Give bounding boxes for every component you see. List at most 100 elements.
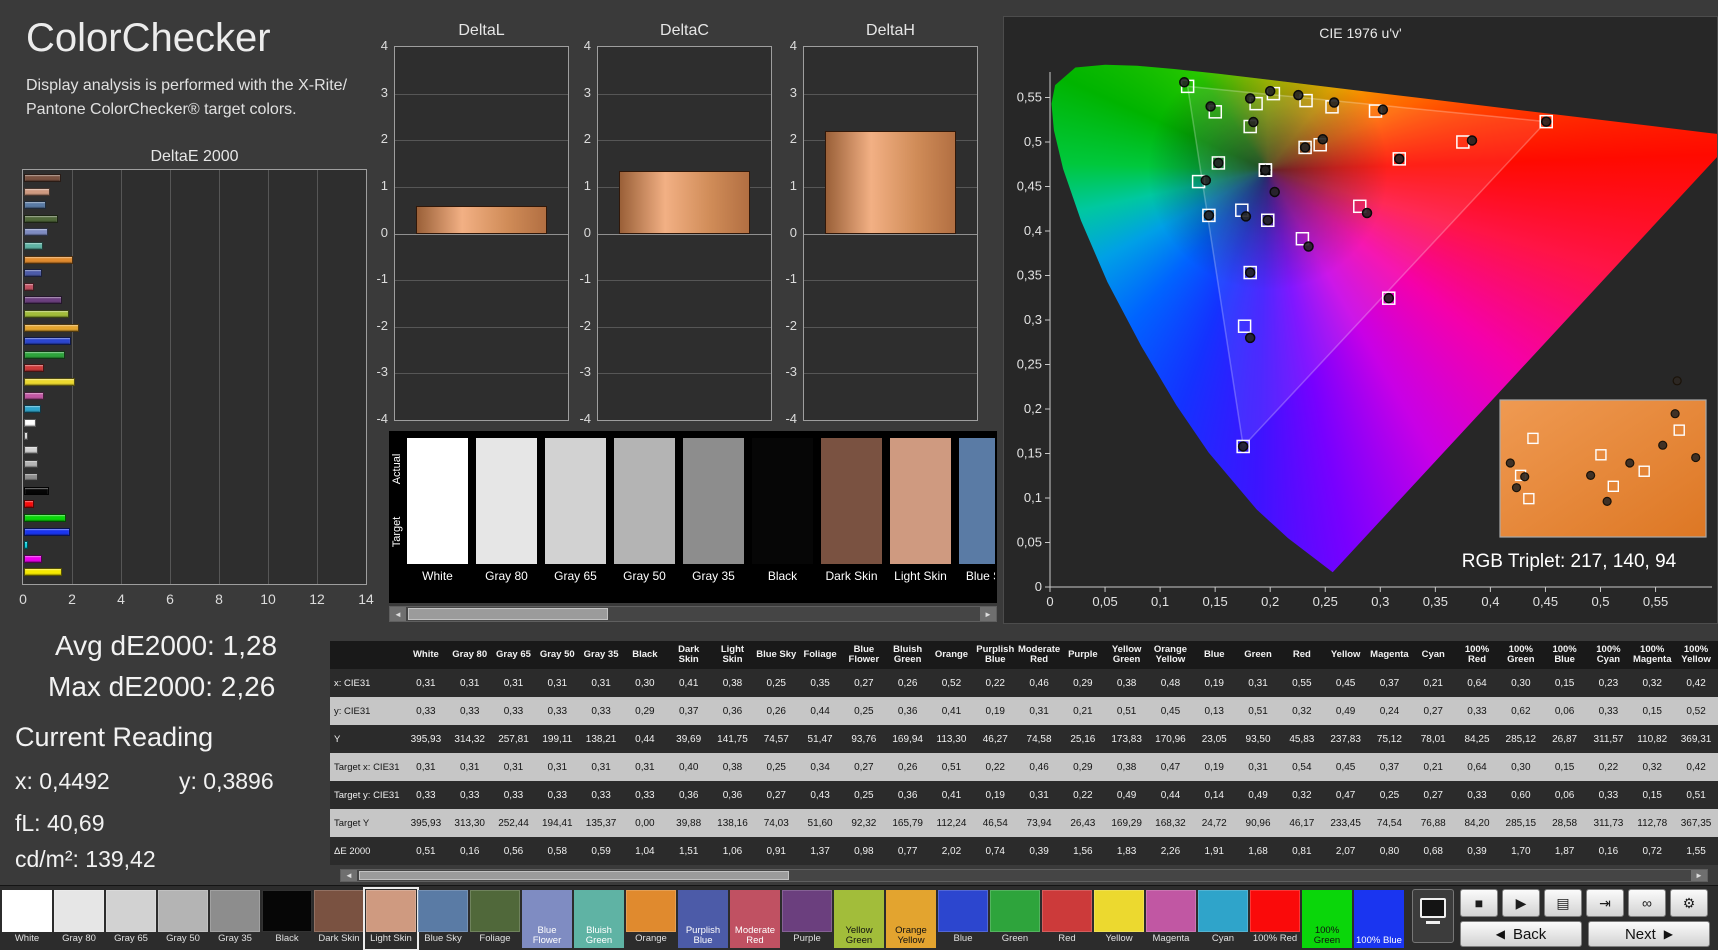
table-cell: 0,06 <box>1554 705 1575 717</box>
palette-items: White Gray 80 Gray 65 Gray 50 Gray 35 Black Da… <box>2 887 1406 950</box>
de-bar <box>24 541 28 550</box>
palette-item[interactable]: Yellow <box>1094 890 1144 948</box>
table-scrollbar[interactable]: ◄ ► <box>340 869 1708 882</box>
table-cell: 0,16 <box>1598 845 1619 857</box>
table-cell: 51,60 <box>807 817 833 829</box>
table-cell: 0,15 <box>1642 789 1662 801</box>
zoom-inset <box>1499 376 1707 538</box>
table-cell: 0,31 <box>1029 705 1049 717</box>
table-cell: 0,39 <box>1029 845 1049 857</box>
palette-item[interactable]: Gray 80 <box>54 890 104 948</box>
x-axis: 0 2 4 6 8 10 12 14 <box>19 591 374 611</box>
palette-item[interactable]: Blue Flower <box>522 890 572 948</box>
palette-item[interactable]: Black <box>262 890 312 948</box>
scroll-left-arrow[interactable]: ◄ <box>390 607 406 621</box>
exit-button[interactable]: ⇥ <box>1586 889 1624 917</box>
scroll-thumb[interactable] <box>408 608 608 620</box>
palette-item[interactable]: Dark Skin <box>314 890 364 948</box>
table-cell: 46,17 <box>1289 817 1315 829</box>
column-header: Yellow Green <box>1104 641 1149 669</box>
table-cell: 0,33 <box>635 789 655 801</box>
pattern-button[interactable]: ▤ <box>1544 889 1582 917</box>
palette-item[interactable]: Foliage <box>470 890 520 948</box>
table-cell: 199,11 <box>542 733 573 745</box>
gridline <box>598 373 771 375</box>
palette-item[interactable]: Gray 50 <box>158 890 208 948</box>
palette-item[interactable]: 100% Blue <box>1354 890 1404 948</box>
table-cell: 173,83 <box>1111 733 1142 745</box>
scroll-right-arrow[interactable]: ► <box>1691 870 1707 881</box>
palette-item[interactable]: Green <box>990 890 1040 948</box>
axis-tick-label: -3 <box>376 364 388 380</box>
scroll-left-arrow[interactable]: ◄ <box>341 870 357 881</box>
palette-item[interactable]: Blue <box>938 890 988 948</box>
gridline <box>598 233 771 235</box>
axis-tick-label: 3 <box>789 84 797 100</box>
table-cell: 0,45 <box>1335 761 1356 773</box>
measured-point <box>1244 267 1256 278</box>
palette-item[interactable]: Bluish Green <box>574 890 624 948</box>
palette-item[interactable]: Blue Sky <box>418 890 468 948</box>
stop-button[interactable]: ■ <box>1460 889 1498 917</box>
scroll-thumb[interactable] <box>359 871 789 880</box>
deltaC-chart: DeltaC 4 3 2 1 0 -1 -2 -3 -4 <box>563 22 772 434</box>
palette-item[interactable]: Yellow Green <box>834 890 884 948</box>
axis-tick-label: -3 <box>785 364 797 380</box>
table-cell: 0,42 <box>1686 677 1706 689</box>
table-cell: 74,03 <box>763 817 789 829</box>
table-cell: 0,29 <box>1073 761 1093 773</box>
de-bar <box>24 514 66 522</box>
scroll-right-arrow[interactable]: ► <box>980 607 996 621</box>
palette-item[interactable]: Purple <box>782 890 832 948</box>
table-cell: 23,05 <box>1201 733 1227 745</box>
chart-title: DeltaH <box>866 22 915 39</box>
next-button[interactable]: Next ▶ <box>1588 921 1710 947</box>
table-cell: 45,83 <box>1289 733 1315 745</box>
axis-tick-label: 0,55 <box>1643 594 1668 609</box>
palette-item[interactable]: Gray 35 <box>210 890 260 948</box>
loop-button[interactable]: ∞ <box>1628 889 1666 917</box>
palette-item-label: Bluish Green <box>585 925 613 947</box>
table-row: x: CIE31 0,31 0,31 0,31 0,31 0,31 0,30 0,41 0,38… <box>330 669 1718 697</box>
column-header: Gray 80 <box>447 641 492 669</box>
table-cell: 1,37 <box>810 845 830 857</box>
cie-overlay: 0 0,05 0,1 0,15 0,2 0,25 0,3 0,35 0,4 0,45 0,5 0,55… <box>1017 72 1712 609</box>
display-button[interactable] <box>1412 889 1454 943</box>
swatch-column: White <box>407 438 468 600</box>
palette-item[interactable]: Orange Yellow <box>886 890 936 948</box>
palette-item[interactable]: Orange <box>626 890 676 948</box>
play-button[interactable]: ▶ <box>1502 889 1540 917</box>
table-cell: 0,31 <box>591 761 611 773</box>
de-bar <box>24 214 58 223</box>
table-cell: 46,27 <box>982 733 1008 745</box>
measured-point <box>1237 441 1249 452</box>
palette-item[interactable]: Moderate Red <box>730 890 780 948</box>
fl-readout: fL: 40,69 <box>15 810 105 836</box>
back-button[interactable]: ◀ Back <box>1460 921 1582 947</box>
table-cell: 0,16 <box>459 845 480 857</box>
settings-button[interactable]: ⚙ <box>1670 889 1708 917</box>
palette-item[interactable]: Red <box>1042 890 1092 948</box>
table-cell: 0,27 <box>854 677 874 689</box>
table-cell: 311,57 <box>1593 733 1624 745</box>
palette-item[interactable]: 100% Green <box>1302 890 1352 948</box>
palette-item[interactable]: Light Skin <box>363 887 419 950</box>
table-cell: 233,45 <box>1330 817 1361 829</box>
de-bar <box>24 228 48 237</box>
palette-item[interactable]: Purplish Blue <box>678 890 728 948</box>
palette-item[interactable]: Cyan <box>1198 890 1248 948</box>
table-cell: 0,42 <box>1686 761 1706 773</box>
luminance-readout: cd/m²: 139,42 <box>15 846 156 872</box>
table-cell: 0,13 <box>1204 705 1224 717</box>
swatch-strip-scrollbar[interactable]: ◄ ► <box>389 606 997 622</box>
measured-point <box>1658 440 1668 450</box>
palette-item-label: Moderate Red <box>734 925 776 947</box>
swatch-label: Gray 50 <box>623 569 666 583</box>
palette-item[interactable]: 100% Red <box>1250 890 1300 948</box>
palette-item[interactable]: Gray 65 <box>106 890 156 948</box>
de-bar <box>24 418 37 427</box>
palette-item[interactable]: White <box>2 890 52 948</box>
palette-item[interactable]: Magenta <box>1146 890 1196 948</box>
de-bar <box>24 282 34 291</box>
de-bar <box>24 527 70 536</box>
